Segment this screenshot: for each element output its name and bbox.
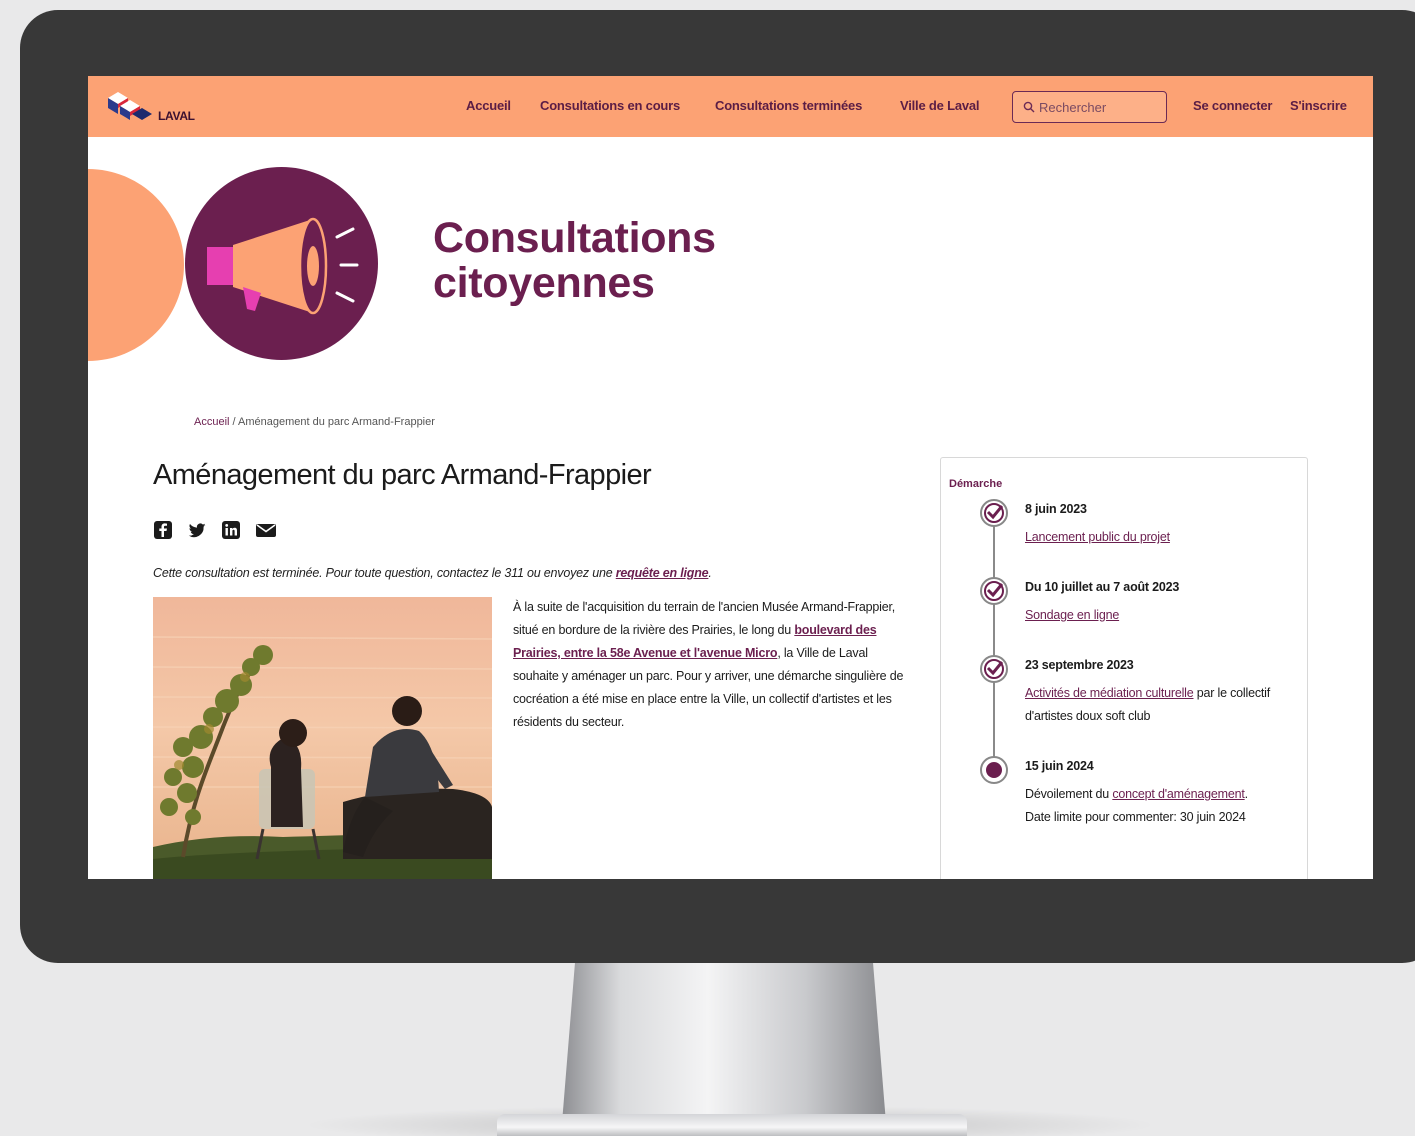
search-icon — [1023, 101, 1035, 113]
page-title: Aménagement du parc Armand-Frappier — [153, 459, 652, 491]
nav-link-ville-de-laval[interactable]: Ville de Laval — [900, 98, 980, 113]
sidebar-title: Démarche — [949, 478, 1003, 490]
notice-end: . — [708, 566, 712, 580]
timeline-description: Dévoilement du concept d'aménagement. Da… — [1025, 783, 1275, 829]
timeline-link[interactable]: concept d'aménagement — [1112, 787, 1245, 801]
timeline-link[interactable]: Lancement public du projet — [1025, 530, 1170, 544]
notice-text: Cette consultation est terminée. Pour to… — [153, 566, 616, 580]
process-sidebar: Démarche 8 juin 2023 Lancement public du… — [940, 457, 1308, 879]
park-photo — [153, 597, 492, 879]
nav-link-consultations-en-cours[interactable]: Consultations en cours — [540, 98, 680, 113]
timeline-description: Activités de médiation culturelle par le… — [1025, 682, 1275, 728]
closed-notice: Cette consultation est terminée. Pour to… — [153, 566, 712, 580]
check-circle-icon — [980, 577, 1008, 605]
monitor-stand — [562, 963, 886, 1123]
megaphone-icon — [207, 217, 359, 315]
search-input[interactable] — [1039, 99, 1159, 115]
hero-title-line1: Consultations — [433, 214, 716, 262]
laval-logo-icon — [108, 92, 152, 120]
hero-orange-circle — [88, 169, 184, 361]
browser-screen: LAVAL Accueil Consultations en cours Con… — [88, 76, 1373, 879]
check-circle-icon — [980, 655, 1008, 683]
check-circle-icon — [980, 499, 1008, 527]
signup-link[interactable]: S'inscrire — [1290, 98, 1347, 113]
linkedin-icon[interactable] — [221, 520, 241, 540]
facebook-icon[interactable] — [153, 520, 173, 540]
timeline-date: 8 juin 2023 — [1025, 502, 1087, 516]
search-box[interactable] — [1012, 91, 1167, 123]
timeline-description: Sondage en ligne — [1025, 604, 1275, 627]
breadcrumb-home[interactable]: Accueil — [194, 416, 229, 428]
intro-paragraph: À la suite de l'acquisition du terrain d… — [513, 596, 913, 734]
email-icon[interactable] — [255, 520, 276, 540]
hero-purple-circle — [185, 167, 378, 360]
laval-logo[interactable]: LAVAL — [106, 88, 216, 128]
nav-link-consultations-terminees[interactable]: Consultations terminées — [715, 98, 862, 113]
timeline-link[interactable]: Activités de médiation culturelle — [1025, 686, 1194, 700]
monitor-base — [497, 1114, 967, 1136]
current-step-icon — [980, 756, 1008, 784]
timeline-link[interactable]: Sondage en ligne — [1025, 608, 1119, 622]
twitter-icon[interactable] — [187, 520, 207, 540]
timeline-date: 15 juin 2024 — [1025, 759, 1094, 773]
notice-request-link[interactable]: requête en ligne — [616, 566, 709, 580]
hero-title: Consultations citoyennes — [433, 216, 716, 306]
top-navigation: LAVAL Accueil Consultations en cours Con… — [88, 76, 1373, 137]
nav-link-accueil[interactable]: Accueil — [466, 98, 511, 113]
login-link[interactable]: Se connecter — [1193, 98, 1272, 113]
hero-title-line2: citoyennes — [433, 259, 655, 307]
timeline-date: 23 septembre 2023 — [1025, 658, 1134, 672]
timeline-date: Du 10 juillet au 7 août 2023 — [1025, 580, 1180, 594]
breadcrumb-separator: / — [229, 416, 239, 428]
sunset-photo-image — [153, 597, 492, 879]
share-buttons — [153, 520, 276, 540]
timeline-line — [993, 514, 995, 774]
logo-text: LAVAL — [158, 109, 195, 123]
timeline-text: Dévoilement du — [1025, 787, 1113, 801]
timeline-description: Lancement public du projet — [1025, 526, 1275, 549]
breadcrumb: Accueil / Aménagement du parc Armand-Fra… — [194, 416, 435, 428]
breadcrumb-current: Aménagement du parc Armand-Frappier — [238, 416, 435, 428]
